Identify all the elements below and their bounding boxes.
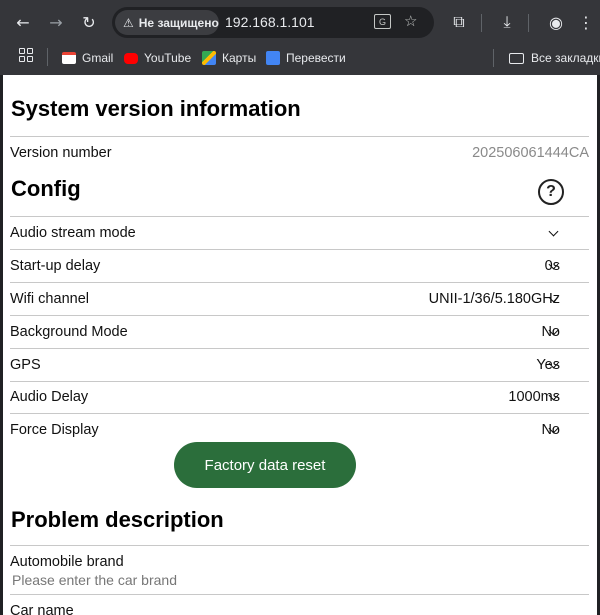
address-bar[interactable]: ⚠ Не защищено 192.168.1.101 G ☆: [112, 7, 434, 38]
profile-icon[interactable]: ◉: [543, 9, 569, 35]
force-display-label: Force Display: [10, 422, 99, 438]
factory-reset-button[interactable]: Factory data reset: [174, 442, 356, 488]
translate-app-icon: [266, 51, 280, 65]
back-icon[interactable]: ←: [10, 9, 36, 35]
divider: [10, 315, 589, 316]
extensions-icon[interactable]: ⧉: [446, 9, 472, 35]
bookmarks-bar: Gmail YouTube Карты Перевести Все заклад…: [0, 44, 600, 72]
folder-icon: [509, 52, 524, 64]
bookmark-translate[interactable]: Перевести: [266, 49, 346, 67]
background-mode-label: Background Mode: [10, 324, 128, 340]
bookmark-maps[interactable]: Карты: [202, 49, 256, 67]
bookmark-gmail[interactable]: Gmail: [62, 49, 113, 67]
divider: [10, 381, 589, 382]
bookmark-label: Карты: [222, 51, 257, 65]
automobile-brand-label: Automobile brand: [10, 554, 124, 570]
menu-icon[interactable]: ⋮: [573, 9, 599, 35]
maps-icon: [202, 51, 216, 65]
warning-icon: ⚠: [123, 15, 134, 30]
help-icon[interactable]: ?: [538, 179, 564, 205]
all-bookmarks-label: Все закладки: [531, 51, 600, 65]
wifi-channel-select[interactable]: UNII-1/36/5.180GHz: [429, 291, 560, 307]
system-title: System version information: [11, 96, 301, 121]
bookmark-youtube[interactable]: YouTube: [124, 49, 191, 67]
version-value: 202506061444CA: [472, 145, 589, 161]
url-text[interactable]: 192.168.1.101: [225, 14, 315, 30]
toolbar-divider: [528, 14, 529, 32]
divider: [10, 594, 589, 595]
divider: [10, 413, 589, 414]
gps-label: GPS: [10, 357, 41, 373]
toolbar-divider: [481, 14, 482, 32]
youtube-icon: [124, 52, 138, 64]
problem-title: Problem description: [11, 507, 224, 532]
audio-delay-label: Audio Delay: [10, 389, 89, 405]
security-chip[interactable]: ⚠ Не защищено: [115, 10, 219, 35]
bookmark-label: Gmail: [82, 51, 114, 65]
chevron-down-icon[interactable]: [548, 226, 559, 237]
bookmark-label: Перевести: [286, 51, 346, 65]
version-label: Version number: [10, 145, 112, 161]
star-icon[interactable]: ☆: [404, 12, 417, 30]
divider: [10, 282, 589, 283]
reload-icon[interactable]: ↻: [76, 9, 102, 35]
automobile-brand-input[interactable]: Please enter the car brand: [12, 572, 177, 588]
security-label: Не защищено: [138, 15, 219, 30]
wifi-channel-label: Wifi channel: [10, 291, 89, 307]
config-title: Config: [11, 176, 81, 201]
all-bookmarks[interactable]: Все закладки: [509, 49, 600, 67]
gmail-icon: [62, 52, 76, 64]
browser-toolbar: ← → ↻ ⚠ Не защищено 192.168.1.101 G ☆ ⧉ …: [0, 0, 600, 44]
divider: [10, 545, 589, 546]
translate-icon[interactable]: G: [374, 14, 391, 29]
startup-delay-label: Start-up delay: [10, 258, 101, 274]
bookmarks-divider: [493, 49, 494, 67]
download-icon[interactable]: ⤓: [494, 9, 520, 35]
browser-chrome: ← → ↻ ⚠ Не защищено 192.168.1.101 G ☆ ⧉ …: [0, 0, 600, 75]
forward-icon[interactable]: →: [43, 9, 69, 35]
divider: [10, 348, 589, 349]
audio-stream-mode-label: Audio stream mode: [10, 225, 136, 241]
settings-page: System version information Version numbe…: [3, 75, 597, 615]
car-name-label: Car name: [10, 603, 74, 615]
divider: [10, 249, 589, 250]
divider: [10, 136, 589, 137]
page-frame: System version information Version numbe…: [0, 75, 600, 615]
divider: [10, 216, 589, 217]
bookmark-label: YouTube: [144, 51, 192, 65]
